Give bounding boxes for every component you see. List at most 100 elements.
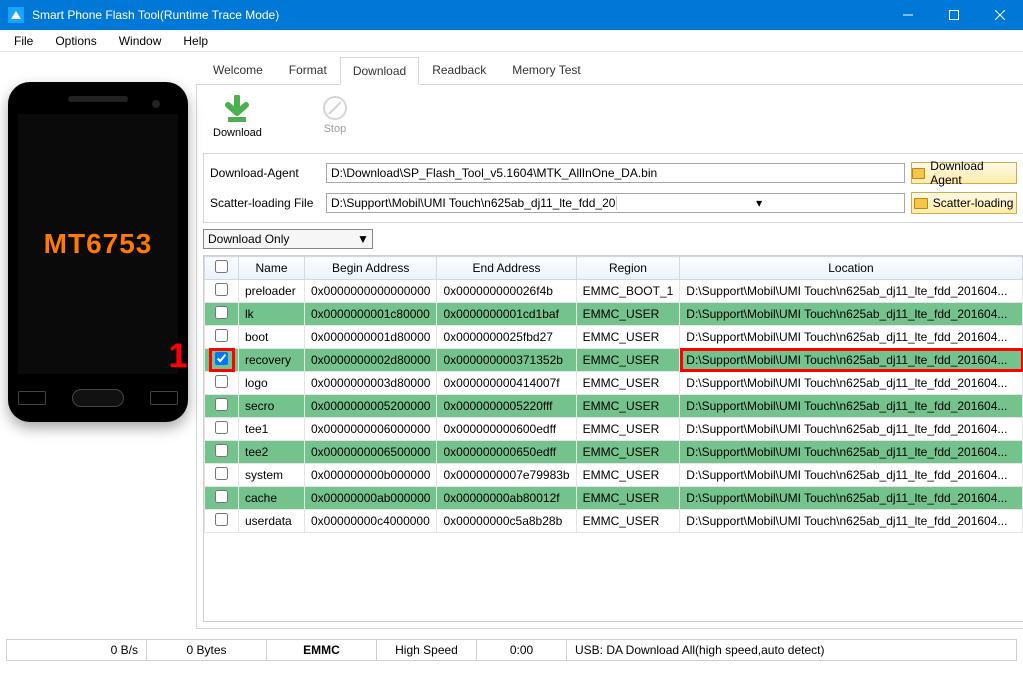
row-region: EMMC_USER [576, 326, 680, 349]
header-checkbox[interactable] [205, 257, 239, 280]
phone-illustration: BM MT6753 [8, 82, 188, 422]
table-row[interactable]: secro0x00000000052000000x0000000005220ff… [205, 395, 1023, 418]
table-row[interactable]: system0x000000000b0000000x0000000007e799… [205, 464, 1023, 487]
row-begin: 0x0000000002d80000 [305, 349, 437, 372]
row-region: EMMC_BOOT_1 [576, 280, 680, 303]
col-name[interactable]: Name [239, 257, 305, 280]
row-location: D:\Support\Mobil\UMI Touch\n625ab_dj11_l… [680, 487, 1022, 510]
tab-format[interactable]: Format [276, 56, 340, 84]
phone-menu-key [18, 391, 46, 405]
row-location: D:\Support\Mobil\UMI Touch\n625ab_dj11_l… [680, 441, 1022, 464]
row-name: boot [239, 326, 305, 349]
chipset-label: MT6753 [44, 228, 153, 260]
row-name: preloader [239, 280, 305, 303]
partition-table: Name Begin Address End Address Region Lo… [203, 255, 1023, 622]
row-end: 0x0000000025fbd27 [437, 326, 576, 349]
row-begin: 0x0000000005200000 [305, 395, 437, 418]
row-checkbox[interactable] [215, 398, 228, 411]
file-group: Download-Agent Download Agent Scatter-lo… [203, 153, 1023, 223]
download-mode-combo[interactable]: Download Only▼ [203, 229, 373, 249]
row-location: D:\Support\Mobil\UMI Touch\n625ab_dj11_l… [680, 280, 1022, 303]
row-checkbox[interactable] [215, 329, 228, 342]
row-name: secro [239, 395, 305, 418]
table-row[interactable]: boot0x0000000001d800000x0000000025fbd27E… [205, 326, 1023, 349]
table-row[interactable]: tee20x00000000065000000x000000000650edff… [205, 441, 1023, 464]
row-name: lk [239, 303, 305, 326]
row-region: EMMC_USER [576, 487, 680, 510]
titlebar: Smart Phone Flash Tool(Runtime Trace Mod… [0, 0, 1023, 30]
row-location: D:\Support\Mobil\UMI Touch\n625ab_dj11_l… [680, 510, 1022, 533]
menu-window[interactable]: Window [109, 32, 172, 50]
col-end[interactable]: End Address [437, 257, 576, 280]
col-begin[interactable]: Begin Address [305, 257, 437, 280]
row-name: userdata [239, 510, 305, 533]
download-agent-button[interactable]: Download Agent [911, 162, 1017, 184]
tab-memory-test[interactable]: Memory Test [499, 56, 593, 84]
close-button[interactable] [977, 0, 1023, 30]
status-rate: 0 B/s [7, 640, 147, 660]
row-checkbox[interactable] [215, 283, 228, 296]
row-region: EMMC_USER [576, 441, 680, 464]
table-row[interactable]: userdata0x00000000c40000000x00000000c5a8… [205, 510, 1023, 533]
row-begin: 0x0000000006500000 [305, 441, 437, 464]
row-begin: 0x0000000000000000 [305, 280, 437, 303]
row-location: D:\Support\Mobil\UMI Touch\n625ab_dj11_l… [680, 418, 1022, 441]
row-name: tee2 [239, 441, 305, 464]
da-path-input[interactable] [326, 163, 905, 183]
menu-options[interactable]: Options [45, 32, 106, 50]
menubar: File Options Window Help [0, 30, 1023, 52]
chevron-down-icon: ▼ [356, 232, 370, 246]
scatter-combo[interactable]: D:\Support\Mobil\UMI Touch\n625ab_dj11_l… [326, 193, 905, 213]
row-name: system [239, 464, 305, 487]
row-checkbox[interactable] [215, 421, 228, 434]
tab-readback[interactable]: Readback [419, 56, 499, 84]
table-row[interactable]: recovery0x0000000002d800000x000000000371… [205, 349, 1023, 372]
tab-download[interactable]: Download [340, 57, 419, 85]
row-checkbox[interactable] [215, 444, 228, 457]
chevron-down-icon: ▾ [616, 196, 902, 210]
table-row[interactable]: tee10x00000000060000000x000000000600edff… [205, 418, 1023, 441]
stop-button[interactable]: Stop [322, 95, 348, 139]
row-end: 0x00000000c5a8b28b [437, 510, 576, 533]
row-end: 0x0000000007e79983b [437, 464, 576, 487]
row-region: EMMC_USER [576, 395, 680, 418]
table-row[interactable]: cache0x00000000ab0000000x00000000ab80012… [205, 487, 1023, 510]
row-region: EMMC_USER [576, 464, 680, 487]
status-speed: High Speed [377, 640, 477, 660]
row-end: 0x0000000005220fff [437, 395, 576, 418]
row-checkbox[interactable] [215, 467, 228, 480]
row-end: 0x000000000600edff [437, 418, 576, 441]
table-row[interactable]: logo0x0000000003d800000x000000000414007f… [205, 372, 1023, 395]
menu-help[interactable]: Help [173, 32, 218, 50]
row-region: EMMC_USER [576, 418, 680, 441]
row-checkbox[interactable] [215, 375, 228, 388]
row-checkbox[interactable] [215, 513, 228, 526]
minimize-button[interactable] [885, 0, 931, 30]
row-location: D:\Support\Mobil\UMI Touch\n625ab_dj11_l… [680, 326, 1022, 349]
window-title: Smart Phone Flash Tool(Runtime Trace Mod… [32, 8, 885, 22]
stop-icon [322, 95, 348, 121]
row-end: 0x000000000650edff [437, 441, 576, 464]
row-begin: 0x0000000001c80000 [305, 303, 437, 326]
row-checkbox[interactable] [215, 490, 228, 503]
row-location: D:\Support\Mobil\UMI Touch\n625ab_dj11_l… [680, 372, 1022, 395]
row-checkbox[interactable] [215, 352, 228, 365]
row-location: D:\Support\Mobil\UMI Touch\n625ab_dj11_l… [680, 464, 1022, 487]
row-checkbox[interactable] [215, 306, 228, 319]
col-region[interactable]: Region [576, 257, 680, 280]
tab-welcome[interactable]: Welcome [200, 56, 276, 84]
table-row[interactable]: lk0x0000000001c800000x0000000001cd1bafEM… [205, 303, 1023, 326]
tabs: WelcomeFormatDownloadReadbackMemory Test [196, 56, 1023, 85]
row-region: EMMC_USER [576, 349, 680, 372]
row-begin: 0x00000000ab000000 [305, 487, 437, 510]
download-button[interactable]: Download [213, 95, 262, 139]
row-location: D:\Support\Mobil\UMI Touch\n625ab_dj11_l… [680, 303, 1022, 326]
row-region: EMMC_USER [576, 372, 680, 395]
menu-file[interactable]: File [4, 32, 43, 50]
col-location[interactable]: Location [680, 257, 1022, 280]
scatter-loading-button[interactable]: Scatter-loading [911, 192, 1017, 214]
row-begin: 0x000000000b000000 [305, 464, 437, 487]
row-begin: 0x0000000001d80000 [305, 326, 437, 349]
table-row[interactable]: preloader0x00000000000000000x00000000002… [205, 280, 1023, 303]
maximize-button[interactable] [931, 0, 977, 30]
